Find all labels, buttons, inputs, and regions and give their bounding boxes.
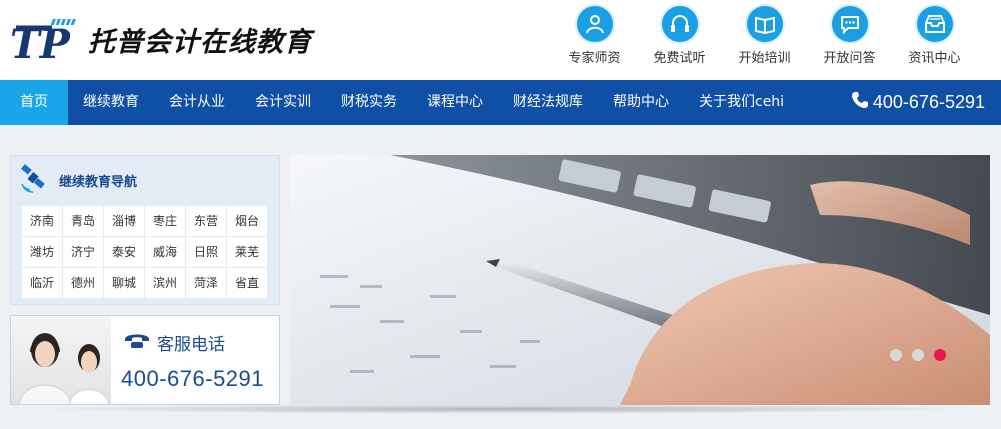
city-link[interactable]: 青岛 — [63, 206, 103, 236]
quick-link-start-training[interactable]: 开始培训 — [722, 6, 807, 66]
nav-phone: 400-676-5291 — [851, 80, 985, 125]
city-link[interactable]: 泰安 — [104, 237, 144, 267]
brand-name: 托普会计在线教育 — [88, 26, 312, 58]
city-link[interactable]: 德州 — [63, 268, 103, 298]
service-agents-photo — [11, 316, 111, 404]
quick-link-free-trial[interactable]: 免费试听 — [637, 6, 722, 66]
chat-icon — [831, 6, 868, 42]
quick-link-experts[interactable]: 专家师资 — [552, 6, 637, 66]
panel-header: 继续教育导航 — [11, 156, 279, 204]
city-link[interactable]: 淄博 — [104, 206, 144, 236]
city-link[interactable]: 省直 — [227, 268, 267, 298]
carousel-dot-active[interactable] — [934, 349, 946, 361]
nav-item-accounting-training[interactable]: 会计实训 — [240, 80, 326, 125]
hero-banner[interactable] — [290, 155, 990, 405]
city-link[interactable]: 日照 — [186, 237, 226, 267]
city-link[interactable]: 滨州 — [145, 268, 185, 298]
panel-title: 继续教育导航 — [59, 174, 138, 190]
carousel-dots — [890, 349, 946, 361]
telephone-icon — [123, 331, 157, 354]
city-link[interactable]: 潍坊 — [22, 237, 62, 267]
header: TP 托普会计在线教育 专家师资 免费试听 开始培训 开放问答 资讯中心 — [0, 0, 1001, 80]
teacher-icon — [576, 6, 613, 42]
carousel-dot[interactable] — [912, 349, 924, 361]
book-icon — [746, 6, 783, 42]
nav-item-continuing-education[interactable]: 继续教育 — [68, 80, 154, 125]
quick-link-label: 开始培训 — [738, 51, 791, 66]
city-link[interactable]: 菏泽 — [186, 268, 226, 298]
satellite-icon — [19, 163, 49, 198]
nav-item-about-us[interactable]: 关于我们cehi — [684, 80, 799, 125]
education-guide-panel: 继续教育导航 济南 青岛 淄博 枣庄 东营 烟台 潍坊 济宁 泰安 威海 日照 … — [10, 155, 280, 305]
city-link[interactable]: 烟台 — [227, 206, 267, 236]
quick-link-label: 免费试听 — [653, 51, 706, 66]
nav-phone-number: 400-676-5291 — [872, 92, 985, 112]
carousel-dot[interactable] — [890, 349, 902, 361]
service-phone-number: 400-676-5291 — [121, 366, 265, 391]
nav-item-home[interactable]: 首页 — [0, 80, 68, 125]
quick-link-label: 专家师资 — [568, 51, 621, 66]
phone-icon — [851, 91, 873, 114]
logo-mark: TP — [8, 16, 84, 68]
customer-service-box[interactable]: 客服电话 400-676-5291 — [10, 315, 280, 405]
site-logo[interactable]: TP 托普会计在线教育 — [8, 14, 312, 68]
city-link[interactable]: 济宁 — [63, 237, 103, 267]
service-label-text: 客服电话 — [157, 335, 225, 355]
headphones-icon — [661, 6, 698, 42]
quick-link-open-qa[interactable]: 开放问答 — [807, 6, 892, 66]
city-link[interactable]: 威海 — [145, 237, 185, 267]
nav-item-accounting-practice[interactable]: 会计从业 — [154, 80, 240, 125]
nav-item-course-center[interactable]: 课程中心 — [412, 80, 498, 125]
decorative-shadow — [28, 404, 978, 414]
city-link[interactable]: 莱芜 — [227, 237, 267, 267]
main-nav: 首页 继续教育 会计从业 会计实训 财税实务 课程中心 财经法规库 帮助中心 关… — [0, 80, 1001, 125]
city-link[interactable]: 东营 — [186, 206, 226, 236]
nav-item-regulations[interactable]: 财经法规库 — [498, 80, 598, 125]
city-link[interactable]: 临沂 — [22, 268, 62, 298]
quick-link-label: 资讯中心 — [908, 51, 961, 66]
quick-link-label: 开放问答 — [823, 51, 876, 66]
city-link[interactable]: 济南 — [22, 206, 62, 236]
city-link[interactable]: 枣庄 — [145, 206, 185, 236]
service-label: 客服电话 — [123, 330, 225, 355]
inbox-icon — [916, 6, 953, 42]
city-link[interactable]: 聊城 — [104, 268, 144, 298]
banner-image — [290, 155, 990, 405]
quick-links: 专家师资 免费试听 开始培训 开放问答 资讯中心 — [552, 6, 977, 66]
city-grid: 济南 青岛 淄博 枣庄 东营 烟台 潍坊 济宁 泰安 威海 日照 莱芜 临沂 德… — [22, 206, 267, 298]
quick-link-news[interactable]: 资讯中心 — [892, 6, 977, 66]
nav-item-help-center[interactable]: 帮助中心 — [598, 80, 684, 125]
nav-item-tax-practice[interactable]: 财税实务 — [326, 80, 412, 125]
